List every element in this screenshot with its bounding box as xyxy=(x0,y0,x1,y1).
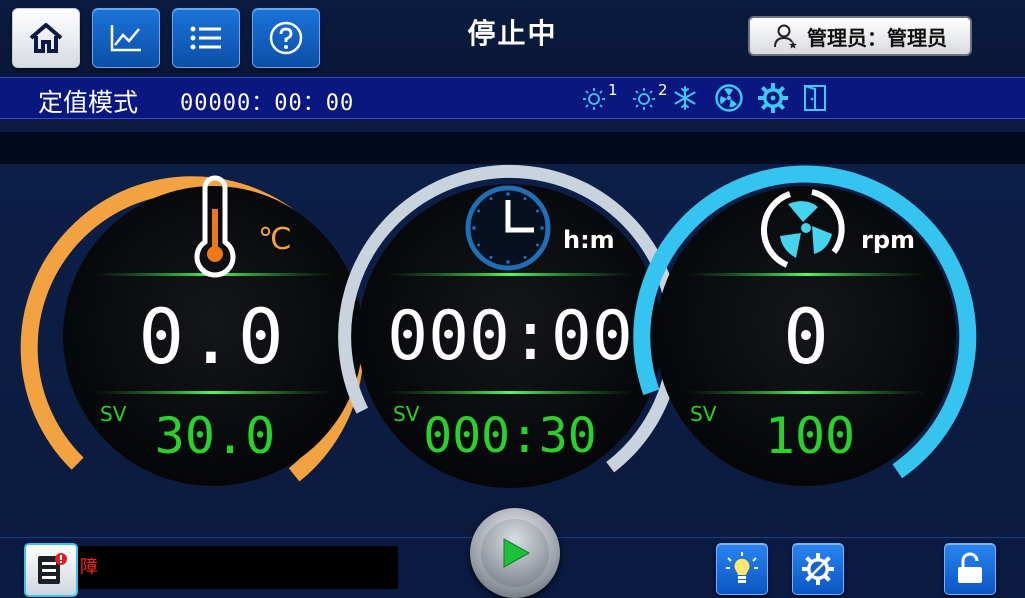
help-icon xyxy=(269,21,303,55)
speed-unit: rpm xyxy=(861,226,916,254)
list-button[interactable] xyxy=(172,8,240,68)
list-icon xyxy=(190,26,221,50)
lock-button[interactable] xyxy=(944,543,996,595)
bottom-bar: 障 xyxy=(0,508,1025,598)
light-2-status: 2 xyxy=(630,81,668,114)
mode-label: 定值模式 xyxy=(38,88,139,117)
lock-icon xyxy=(958,552,982,583)
light-1-index: 1 xyxy=(608,81,618,99)
motor-status xyxy=(757,82,789,114)
user-label: 管理员：管理员 xyxy=(807,25,947,50)
clock-icon xyxy=(465,185,551,271)
door-icon xyxy=(804,84,826,111)
start-button[interactable] xyxy=(470,508,560,598)
chart-button[interactable] xyxy=(92,8,160,68)
light-bulb-icon xyxy=(726,552,758,583)
door-status xyxy=(802,82,828,114)
mode-timer: 00000：00：00 xyxy=(180,91,355,116)
time-pv: 000:00 xyxy=(387,297,633,376)
snowflake-icon xyxy=(674,86,696,110)
alarm-log-icon xyxy=(38,553,67,584)
mode-bar: 定值模式 00000：00：00 1 2 xyxy=(0,77,1025,119)
time-sv[interactable]: 000:30 xyxy=(420,404,600,468)
top-bar: 停止中 管理员：管理员 xyxy=(0,0,1025,76)
time-sv-label: SV xyxy=(393,402,420,426)
user-icon xyxy=(774,24,797,49)
gear-icon xyxy=(758,83,788,113)
user-button[interactable]: 管理员：管理员 xyxy=(748,16,972,56)
sun-icon xyxy=(583,88,605,110)
time-unit: h:m xyxy=(563,226,615,254)
gauge-panel: ℃ h:m rpm 0.0 000:00 0 SV SV SV 30.0 000… xyxy=(0,164,1025,534)
temperature-sv-label: SV xyxy=(100,402,127,426)
temperature-pv: 0.0 xyxy=(138,292,288,381)
alarm-message: 障 xyxy=(78,546,398,589)
sun-icon xyxy=(633,88,655,110)
fan-status xyxy=(714,82,744,114)
temperature-unit: ℃ xyxy=(258,222,292,257)
play-icon xyxy=(503,538,531,568)
fan-icon xyxy=(715,84,743,112)
speed-sv-label: SV xyxy=(690,402,717,426)
settings-button[interactable] xyxy=(792,543,844,595)
home-icon xyxy=(29,23,63,53)
chart-icon xyxy=(110,25,141,52)
alarm-log-button[interactable] xyxy=(24,543,78,597)
home-button[interactable] xyxy=(12,8,80,68)
light-2-index: 2 xyxy=(658,81,668,99)
speed-pv: 0 xyxy=(783,292,829,381)
settings-icon xyxy=(802,553,834,585)
speed-sv[interactable]: 100 xyxy=(745,404,875,468)
message-strip xyxy=(0,132,1025,164)
help-button[interactable] xyxy=(252,8,320,68)
light-button[interactable] xyxy=(716,543,768,595)
light-1-status: 1 xyxy=(580,81,618,114)
refrigeration-status xyxy=(672,82,698,114)
temperature-sv[interactable]: 30.0 xyxy=(150,404,280,468)
